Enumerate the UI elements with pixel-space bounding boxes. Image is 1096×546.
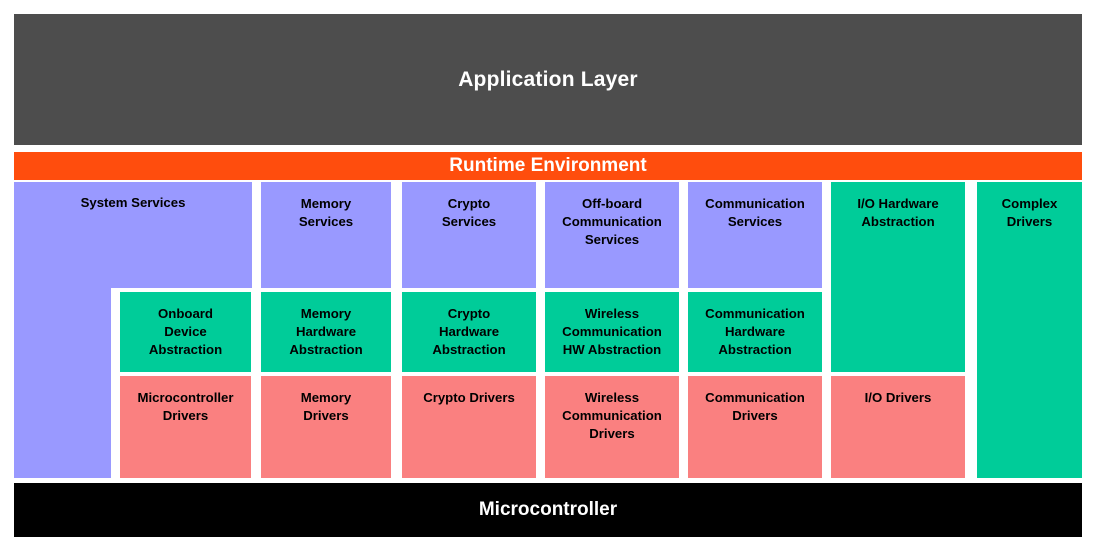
wireless-communication-drivers-block: Wireless Communication Drivers [545, 376, 679, 478]
memory-drivers-block: Memory Drivers [261, 376, 391, 478]
offboard-communication-services-label: Off-board Communication Services [562, 196, 662, 247]
complex-drivers-label: Complex Drivers [1001, 196, 1058, 229]
wireless-communication-hw-abstraction-label: Wireless Communication HW Abstraction [562, 306, 662, 357]
wireless-communication-drivers-label: Wireless Communication Drivers [562, 390, 662, 441]
communication-services-label: Communication Services [705, 196, 805, 229]
io-hardware-abstraction-block: I/O Hardware Abstraction [831, 182, 965, 372]
wireless-communication-hw-abstraction-block: Wireless Communication HW Abstraction [545, 292, 679, 372]
application-layer-band: Application Layer [14, 14, 1082, 145]
memory-drivers-label: Memory Drivers [300, 390, 352, 423]
system-services-block: System Services [14, 182, 252, 288]
system-services-label: System Services [80, 195, 186, 210]
io-drivers-label: I/O Drivers [864, 390, 932, 405]
runtime-environment-band: Runtime Environment [14, 152, 1082, 180]
crypto-hardware-abstraction-block: Crypto Hardware Abstraction [402, 292, 536, 372]
communication-hardware-abstraction-block: Communication Hardware Abstraction [688, 292, 822, 372]
crypto-drivers-label: Crypto Drivers [423, 390, 515, 405]
crypto-drivers-block: Crypto Drivers [402, 376, 536, 478]
crypto-services-block: Crypto Services [402, 182, 536, 288]
microcontroller-drivers-label: Microcontroller Drivers [137, 390, 234, 423]
microcontroller-drivers-block: Microcontroller Drivers [120, 376, 251, 478]
autosar-layered-architecture-diagram: Application Layer Runtime Environment Sy… [0, 0, 1096, 546]
communication-drivers-block: Communication Drivers [688, 376, 822, 478]
crypto-services-label: Crypto Services [441, 196, 497, 229]
application-layer-label: Application Layer [458, 67, 638, 91]
runtime-environment-label: Runtime Environment [449, 155, 647, 176]
onboard-device-abstraction-label: Onboard Device Abstraction [148, 306, 223, 357]
communication-hardware-abstraction-label: Communication Hardware Abstraction [705, 306, 805, 357]
offboard-communication-services-block: Off-board Communication Services [545, 182, 679, 288]
io-hardware-abstraction-label: I/O Hardware Abstraction [857, 196, 939, 229]
communication-services-block: Communication Services [688, 182, 822, 288]
memory-hardware-abstraction-block: Memory Hardware Abstraction [261, 292, 391, 372]
communication-drivers-label: Communication Drivers [705, 390, 805, 423]
memory-hardware-abstraction-label: Memory Hardware Abstraction [289, 306, 363, 357]
memory-services-block: Memory Services [261, 182, 391, 288]
memory-services-label: Memory Services [298, 196, 354, 229]
microcontroller-band: Microcontroller [14, 483, 1082, 537]
microcontroller-label: Microcontroller [478, 499, 618, 520]
io-drivers-block: I/O Drivers [831, 376, 965, 478]
complex-drivers-block: Complex Drivers [977, 182, 1082, 478]
crypto-hardware-abstraction-label: Crypto Hardware Abstraction [432, 306, 506, 357]
onboard-device-abstraction-block: Onboard Device Abstraction [120, 292, 251, 372]
